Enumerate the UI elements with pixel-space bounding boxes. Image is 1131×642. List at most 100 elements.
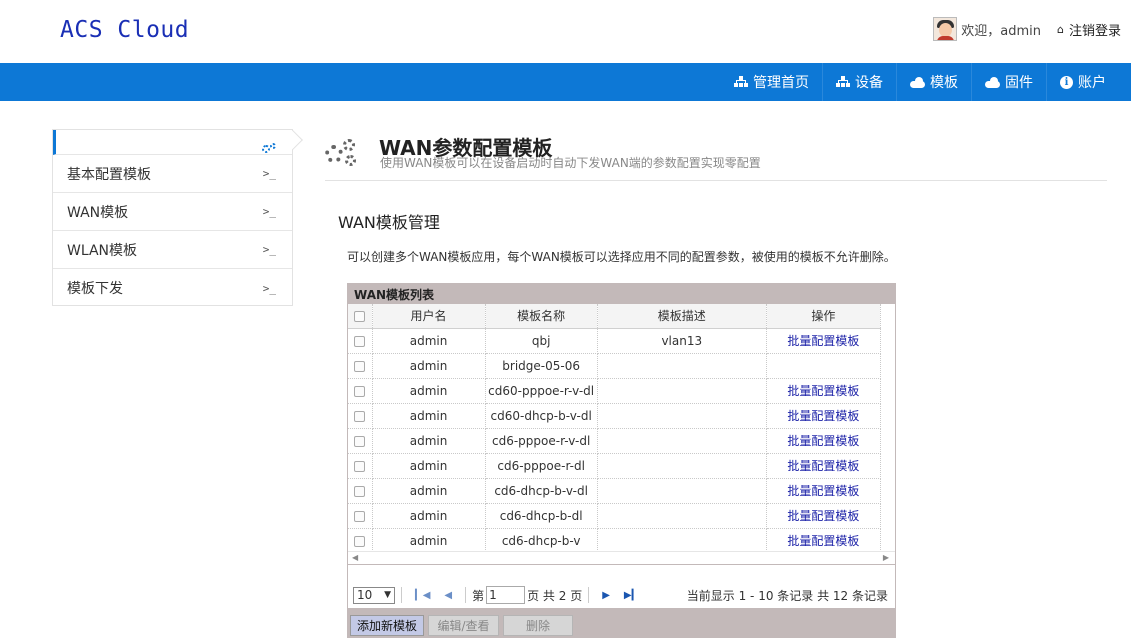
column-header-desc[interactable]: 模板描述 [597, 304, 767, 329]
nav-item-templates[interactable]: 模板 [896, 63, 971, 101]
page-header: WAN参数配置模板 使用WAN模板可以在设备启动时自动下发WAN端的参数配置实现… [325, 131, 1107, 181]
add-template-button[interactable]: 添加新模板 [350, 615, 425, 636]
row-select-cell[interactable] [348, 403, 373, 429]
cell-action [766, 353, 882, 379]
row-checkbox[interactable] [354, 510, 366, 522]
batch-config-link[interactable]: 批量配置模板 [787, 409, 859, 423]
sidebar-pointer [283, 130, 303, 150]
row-select-cell[interactable] [348, 478, 373, 504]
table-row[interactable]: admin cd60-pppoe-r-v-dl 批量配置模板 [348, 378, 882, 404]
info-icon: i [1060, 75, 1073, 89]
prev-page-icon[interactable]: ◀ [444, 590, 452, 601]
scroll-left-icon[interactable]: ◀ [352, 553, 358, 562]
cloud-icon [910, 76, 925, 88]
batch-config-link[interactable]: 批量配置模板 [787, 334, 859, 348]
section-title: WAN模板管理 [338, 213, 440, 232]
app-logo[interactable]: ACS Cloud [60, 17, 189, 43]
sidebar-item-template-deploy[interactable]: 模板下发 >_ [53, 269, 292, 307]
nav-item-firmware[interactable]: 固件 [971, 63, 1046, 101]
row-checkbox[interactable] [354, 535, 366, 547]
row-checkbox[interactable] [354, 485, 366, 497]
cell-action: 批量配置模板 [766, 503, 882, 529]
cell-user: admin [372, 478, 486, 504]
cell-desc [597, 378, 767, 404]
table-row[interactable]: admin cd6-dhcp-b-v-dl 批量配置模板 [348, 478, 882, 504]
nav-item-devices[interactable]: 设备 [822, 63, 896, 101]
batch-config-link[interactable]: 批量配置模板 [787, 484, 859, 498]
nav-item-home[interactable]: 管理首页 [721, 63, 822, 101]
table-row[interactable]: admin cd6-dhcp-b-dl 批量配置模板 [348, 503, 882, 529]
select-all-checkbox[interactable] [354, 310, 366, 322]
welcome-text: 欢迎，admin [961, 23, 1041, 39]
column-header-name[interactable]: 模板名称 [485, 304, 598, 329]
scroll-right-icon[interactable]: ▶ [883, 553, 889, 562]
cell-name: cd6-dhcp-b-dl [485, 503, 598, 529]
nav-item-account[interactable]: i 账户 [1046, 63, 1119, 101]
sidebar-item-wlan-template[interactable]: WLAN模板 >_ [53, 231, 292, 269]
cell-name: cd6-pppoe-r-v-dl [485, 428, 598, 454]
row-select-cell[interactable] [348, 378, 373, 404]
grid-body[interactable]: 用户名 模板名称 模板描述 操作 admin qbj vlan13 批量配置模板 adm… [348, 304, 895, 551]
row-checkbox[interactable] [354, 360, 366, 372]
template-grid: WAN模板列表 用户名 模板名称 模板描述 操作 admin qbj vlan13 批… [347, 283, 896, 638]
cell-action: 批量配置模板 [766, 378, 882, 404]
column-header-user[interactable]: 用户名 [372, 304, 486, 329]
sidebar-item-basic-template[interactable]: 基本配置模板 >_ [53, 155, 292, 193]
table-header-row: 用户名 模板名称 模板描述 操作 [348, 304, 882, 329]
page-size-select[interactable]: 10 ▼ [353, 586, 395, 604]
delete-template-button[interactable]: 删除 [503, 615, 574, 636]
cell-name: cd6-dhcp-b-v-dl [485, 478, 598, 504]
sidebar-item-label: 模板下发 [67, 281, 123, 297]
nav-label: 管理首页 [753, 75, 809, 91]
row-select-cell[interactable] [348, 503, 373, 529]
pager: 10 ▼ ▎◀ ◀ 第 1 页 共 2 页 ▶ ▶▎ 当前显示 1 - 10 条… [348, 582, 895, 608]
grid-actions: 添加新模板 编辑/查看 删除 [347, 613, 896, 638]
cell-name: cd60-dhcp-b-v-dl [485, 403, 598, 429]
last-page-icon[interactable]: ▶▎ [624, 590, 639, 601]
cell-user: admin [372, 453, 486, 479]
horizontal-scrollbar[interactable]: ◀ ▶ [348, 551, 895, 564]
row-checkbox[interactable] [354, 335, 366, 347]
row-checkbox[interactable] [354, 435, 366, 447]
batch-config-link[interactable]: 批量配置模板 [787, 534, 859, 548]
cell-action: 批量配置模板 [766, 528, 882, 551]
cell-user: admin [372, 503, 486, 529]
select-all-cell[interactable] [348, 304, 373, 329]
table-row[interactable]: admin qbj vlan13 批量配置模板 [348, 328, 882, 354]
pager-info: 当前显示 1 - 10 条记录 共 12 条记录 [686, 588, 888, 603]
row-checkbox[interactable] [354, 385, 366, 397]
cell-desc: vlan13 [597, 328, 767, 354]
next-page-icon[interactable]: ▶ [602, 590, 610, 601]
cell-name: qbj [485, 328, 598, 354]
column-header-action[interactable]: 操作 [766, 304, 882, 329]
table-row[interactable]: admin bridge-05-06 [348, 353, 882, 379]
table-row[interactable]: admin cd6-pppoe-r-dl 批量配置模板 [348, 453, 882, 479]
page-number-input[interactable]: 1 [486, 586, 526, 604]
cell-desc [597, 503, 767, 529]
first-page-icon[interactable]: ▎◀ [415, 590, 430, 601]
row-select-cell[interactable] [348, 328, 373, 354]
cell-desc [597, 528, 767, 551]
batch-config-link[interactable]: 批量配置模板 [787, 384, 859, 398]
batch-config-link[interactable]: 批量配置模板 [787, 509, 859, 523]
cell-name: cd6-pppoe-r-dl [485, 453, 598, 479]
row-checkbox[interactable] [354, 460, 366, 472]
batch-config-link[interactable]: 批量配置模板 [787, 434, 859, 448]
section-description: 可以创建多个WAN模板应用，每个WAN模板可以选择应用不同的配置参数，被使用的模… [347, 250, 896, 264]
edit-template-button[interactable]: 编辑/查看 [428, 615, 500, 636]
logout-link[interactable]: ⌂ 注销登录 [1057, 20, 1121, 39]
cell-user: admin [372, 428, 486, 454]
sidebar-item-wan-template[interactable]: WAN模板 >_ [53, 193, 292, 231]
table-row[interactable]: admin cd6-dhcp-b-v 批量配置模板 [348, 528, 882, 551]
pager-divider [465, 587, 467, 603]
row-select-cell[interactable] [348, 428, 373, 454]
row-select-cell[interactable] [348, 528, 373, 551]
table-row[interactable]: admin cd60-dhcp-b-v-dl 批量配置模板 [348, 403, 882, 429]
cell-action: 批量配置模板 [766, 403, 882, 429]
row-select-cell[interactable] [348, 353, 373, 379]
batch-config-link[interactable]: 批量配置模板 [787, 459, 859, 473]
table-row[interactable]: admin cd6-pppoe-r-v-dl 批量配置模板 [348, 428, 882, 454]
top-header: ACS Cloud 欢迎，admin ⌂ 注销登录 [0, 0, 1131, 63]
row-select-cell[interactable] [348, 453, 373, 479]
row-checkbox[interactable] [354, 410, 366, 422]
